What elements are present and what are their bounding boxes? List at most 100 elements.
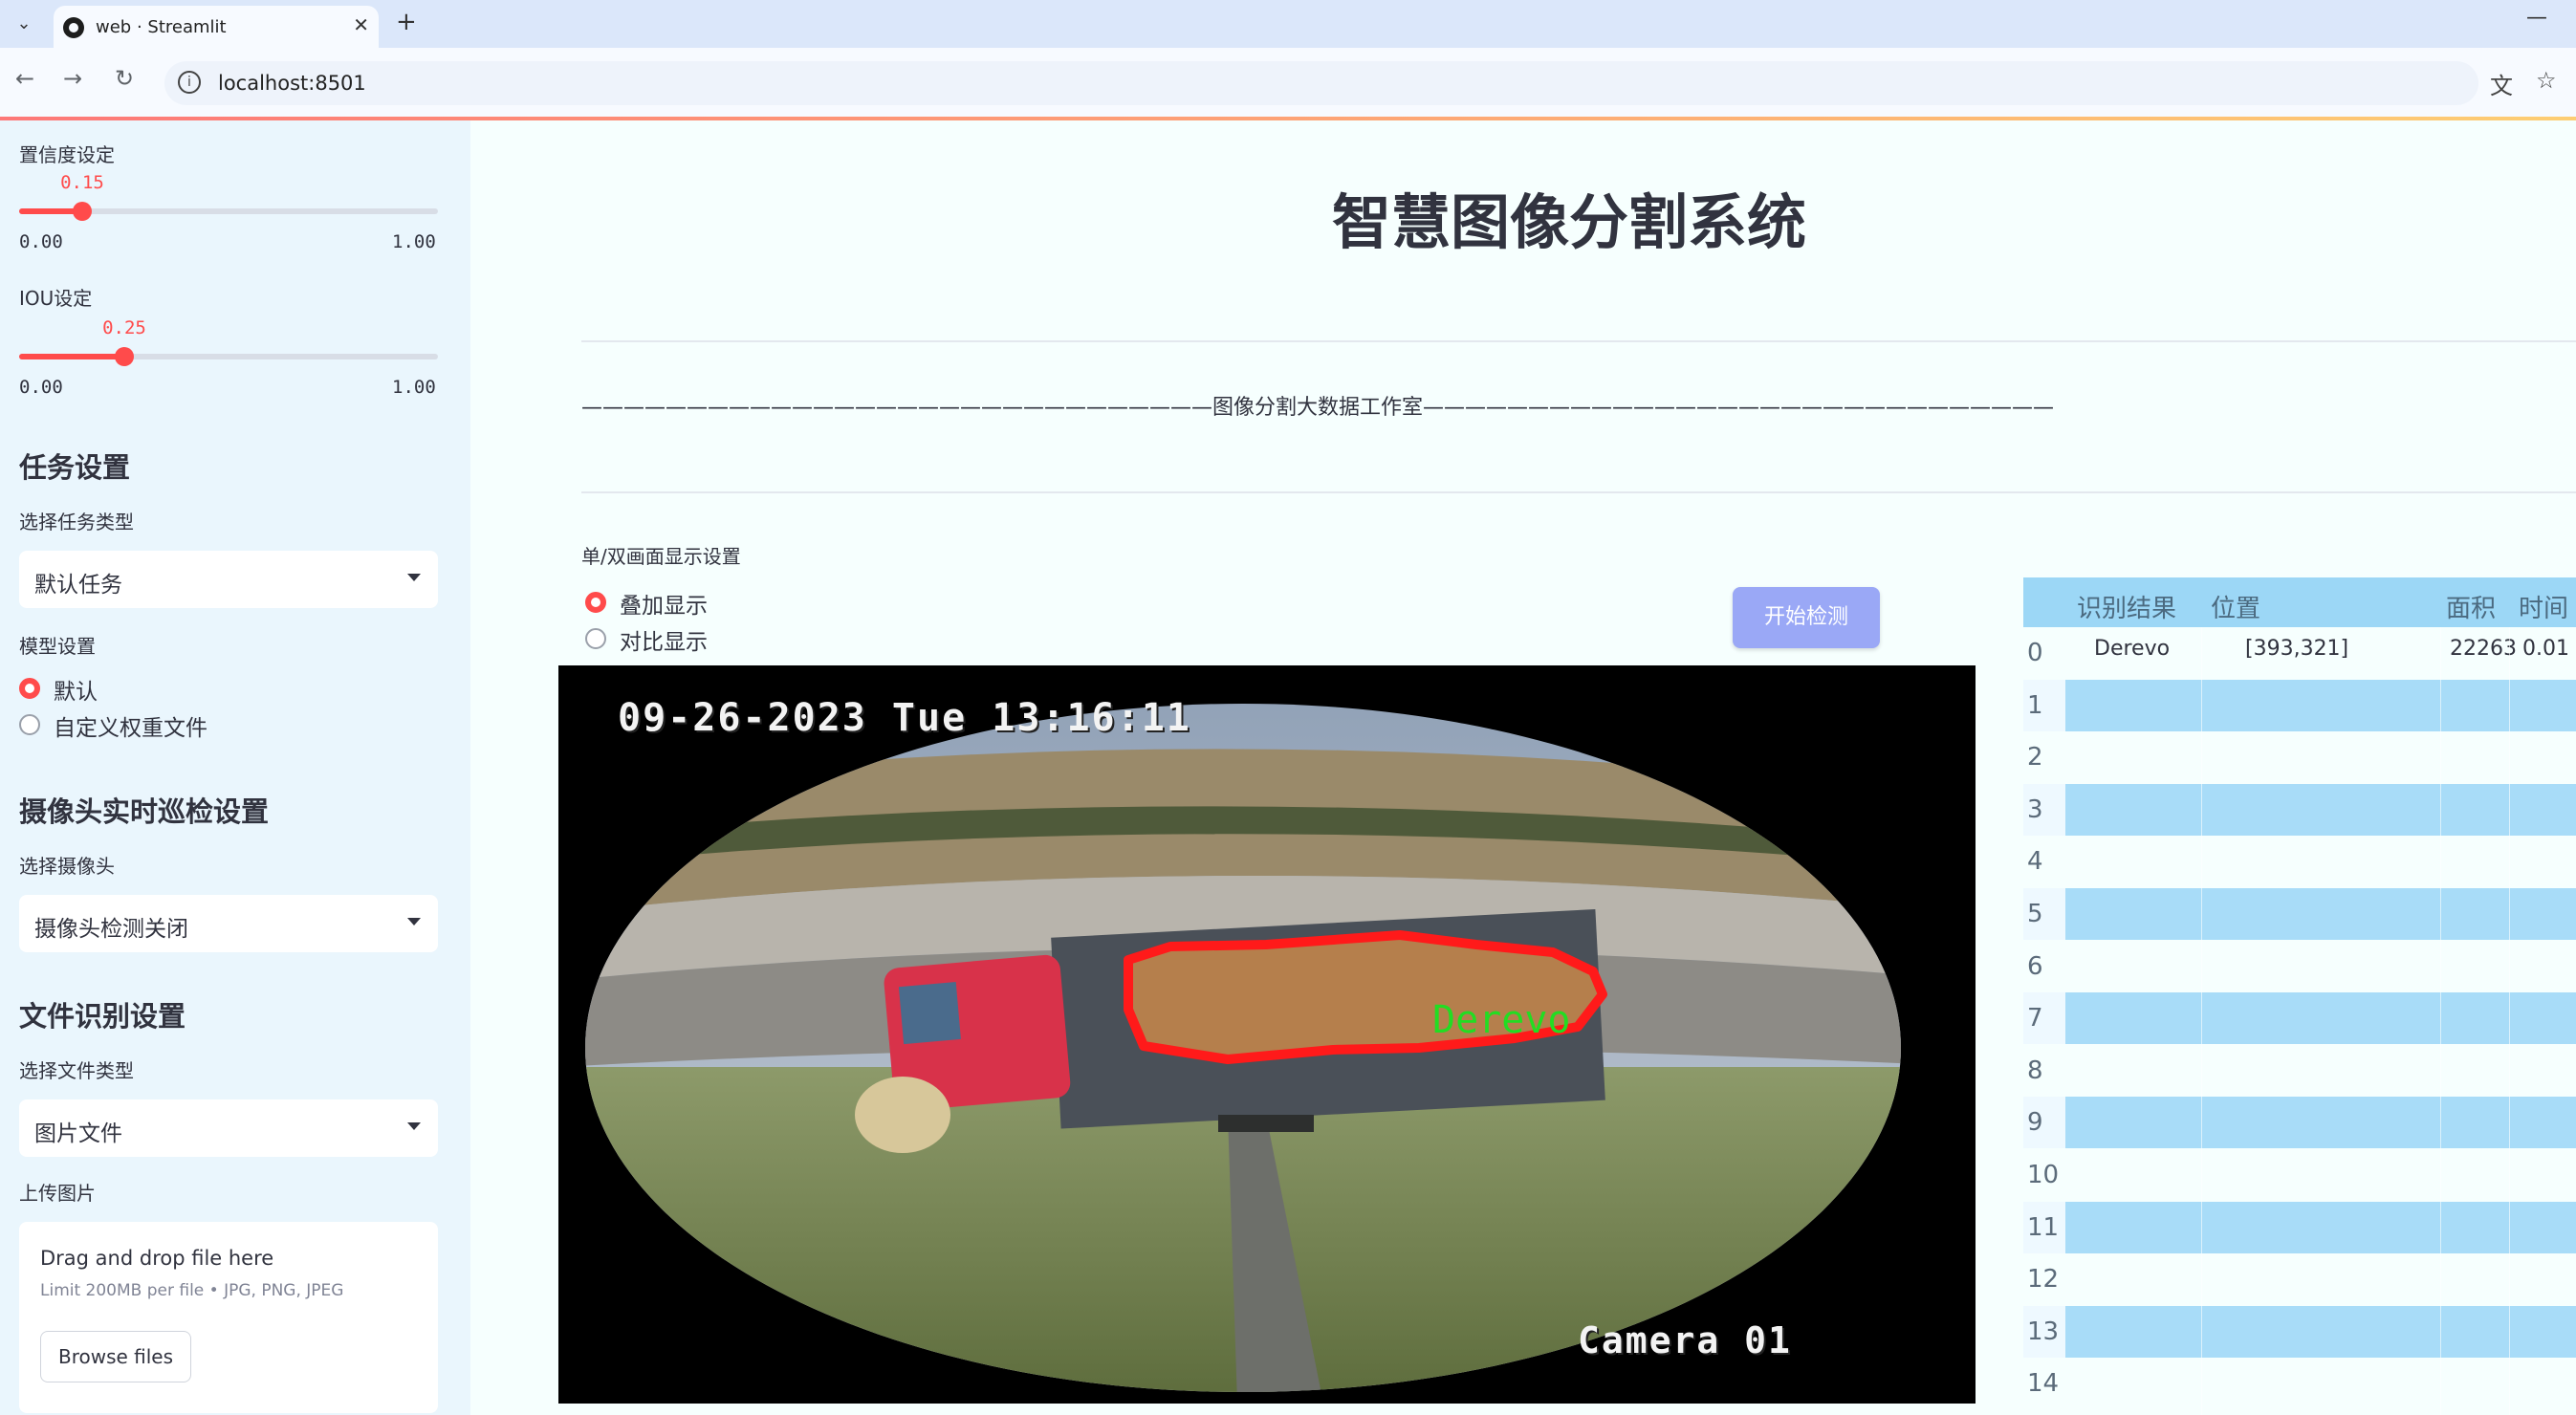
task-settings-heading: 任务设置 — [19, 451, 131, 484]
radio-selected-icon — [585, 592, 606, 613]
display-mode-label: 单/双画面显示设置 — [581, 545, 741, 568]
cell-time: 0.01 — [2522, 637, 2569, 661]
column-header-time[interactable]: 时间 — [2519, 589, 2568, 624]
camera-select[interactable]: 摄像头检测关闭 — [19, 895, 438, 952]
model-option-default-label: 默认 — [54, 680, 98, 705]
confidence-max: 1.00 — [392, 231, 436, 252]
minimize-window-icon[interactable]: — — [2526, 6, 2547, 30]
confidence-value: 0.15 — [60, 172, 104, 193]
dropzone-limit-text: Limit 200MB per file • JPG, PNG, JPEG — [40, 1281, 344, 1300]
cell-result: Derevo — [2094, 637, 2171, 661]
confidence-slider[interactable] — [19, 202, 438, 221]
camera-timestamp: 09-26-2023 Tue 13:16:11 — [618, 696, 1191, 740]
table-row[interactable]: 5 — [2023, 888, 2576, 940]
page-title: 智慧图像分割系统 — [1332, 187, 1807, 257]
chevron-down-icon — [407, 1122, 421, 1130]
table-row[interactable]: 3 — [2023, 783, 2576, 836]
iou-label: IOU设定 — [19, 287, 93, 310]
task-type-label: 选择任务类型 — [19, 511, 134, 533]
table-row[interactable]: 13 — [2023, 1305, 2576, 1358]
fisheye-scene-image — [558, 665, 1976, 1404]
divider-top — [581, 340, 2576, 342]
chevron-down-icon — [407, 574, 421, 581]
new-tab-plus-icon[interactable]: + — [396, 8, 417, 36]
row-index: 0 — [2023, 627, 2065, 679]
iou-min: 0.00 — [19, 377, 63, 398]
chevron-down-icon — [407, 918, 421, 925]
table-row[interactable]: 7 — [2023, 992, 2576, 1045]
row-index: 10 — [2023, 1149, 2065, 1201]
divider-bottom — [581, 491, 2576, 493]
iou-slider-fill — [19, 354, 124, 359]
task-type-value: 默认任务 — [34, 573, 122, 598]
column-header-area[interactable]: 面积 — [2446, 589, 2496, 624]
table-row[interactable]: 1 — [2023, 679, 2576, 731]
display-option-overlay-label: 叠加显示 — [620, 594, 708, 619]
file-type-label: 选择文件类型 — [19, 1059, 134, 1082]
bookmark-star-icon[interactable]: ☆ — [2536, 67, 2557, 94]
table-header: 识别结果 位置 面积 时间 — [2023, 577, 2576, 627]
row-index: 1 — [2023, 679, 2065, 731]
task-type-select[interactable]: 默认任务 — [19, 551, 438, 608]
browser-tab[interactable]: web · Streamlit ✕ — [54, 6, 379, 48]
column-divider — [2201, 627, 2202, 1415]
table-row[interactable]: 12 — [2023, 1253, 2576, 1306]
camera-settings-heading: 摄像头实时巡检设置 — [19, 795, 270, 828]
column-header-result[interactable]: 识别结果 — [2077, 589, 2176, 624]
table-row[interactable]: 6 — [2023, 940, 2576, 992]
translate-icon[interactable]: 文 — [2490, 67, 2513, 100]
row-index: 6 — [2023, 940, 2065, 992]
table-row[interactable]: 11 — [2023, 1201, 2576, 1253]
back-arrow-icon[interactable]: ← — [15, 65, 34, 92]
column-header-position[interactable]: 位置 — [2211, 589, 2260, 624]
iou-slider[interactable] — [19, 347, 438, 366]
tab-list-chevron-icon[interactable]: ⌄ — [10, 10, 38, 38]
browse-files-button[interactable]: Browse files — [40, 1331, 191, 1382]
camera-frame: 09-26-2023 Tue 13:16:11 Derevo Camera 01 — [558, 665, 1976, 1404]
display-option-compare-label: 对比显示 — [620, 630, 708, 655]
studio-divider-text: ——————————————————————————————图像分割大数据工作室… — [581, 396, 2055, 420]
row-index: 5 — [2023, 888, 2065, 940]
column-divider — [2440, 627, 2441, 1415]
detection-class-label: Derevo — [1432, 998, 1571, 1042]
table-row[interactable]: 4 — [2023, 836, 2576, 888]
column-divider — [2509, 627, 2510, 1415]
iou-max: 1.00 — [392, 377, 436, 398]
table-row[interactable]: 9 — [2023, 1097, 2576, 1149]
iou-slider-thumb[interactable] — [115, 347, 134, 366]
radio-selected-icon — [19, 678, 40, 699]
camera-select-value: 摄像头检测关闭 — [34, 917, 188, 942]
table-row[interactable]: 0 Derevo [393,321] 22263 0.01 — [2023, 627, 2576, 679]
radio-unselected-icon — [19, 714, 40, 735]
row-index: 13 — [2023, 1305, 2065, 1358]
close-tab-icon[interactable]: ✕ — [353, 13, 369, 36]
camera-select-label: 选择摄像头 — [19, 855, 115, 878]
url-text: localhost:8501 — [218, 72, 366, 95]
forward-arrow-icon[interactable]: → — [63, 65, 82, 92]
url-field[interactable]: i localhost:8501 — [164, 61, 2478, 105]
row-index: 12 — [2023, 1253, 2065, 1306]
browser-tab-bar: ⌄ web · Streamlit ✕ + — — [0, 0, 2576, 48]
reload-icon[interactable]: ↻ — [115, 65, 134, 92]
file-type-select[interactable]: 图片文件 — [19, 1099, 438, 1157]
cell-area: 22263 — [2450, 637, 2517, 661]
table-row[interactable]: 10 — [2023, 1149, 2576, 1201]
tab-title: web · Streamlit — [96, 17, 227, 37]
row-index: 11 — [2023, 1201, 2065, 1253]
radio-unselected-icon — [585, 628, 606, 649]
table-row[interactable]: 2 — [2023, 731, 2576, 784]
table-row[interactable]: 8 — [2023, 1044, 2576, 1097]
table-row[interactable]: 14 — [2023, 1358, 2576, 1410]
model-settings-label: 模型设置 — [19, 635, 96, 658]
iou-value: 0.25 — [102, 317, 146, 338]
row-index: 7 — [2023, 992, 2065, 1045]
confidence-slider-thumb[interactable] — [73, 202, 92, 221]
model-option-custom-label: 自定义权重文件 — [54, 716, 207, 741]
dropzone-title: Drag and drop file here — [40, 1247, 274, 1270]
start-detection-button[interactable]: 开始检测 — [1733, 587, 1880, 648]
row-index: 9 — [2023, 1097, 2065, 1149]
confidence-min: 0.00 — [19, 231, 63, 252]
site-info-icon[interactable]: i — [178, 71, 201, 94]
file-uploader-dropzone[interactable]: Drag and drop file here Limit 200MB per … — [19, 1222, 438, 1413]
results-table[interactable]: 识别结果 位置 面积 时间 0 Derevo [393,321] 22263 0.01 1… — [2023, 577, 2576, 1415]
